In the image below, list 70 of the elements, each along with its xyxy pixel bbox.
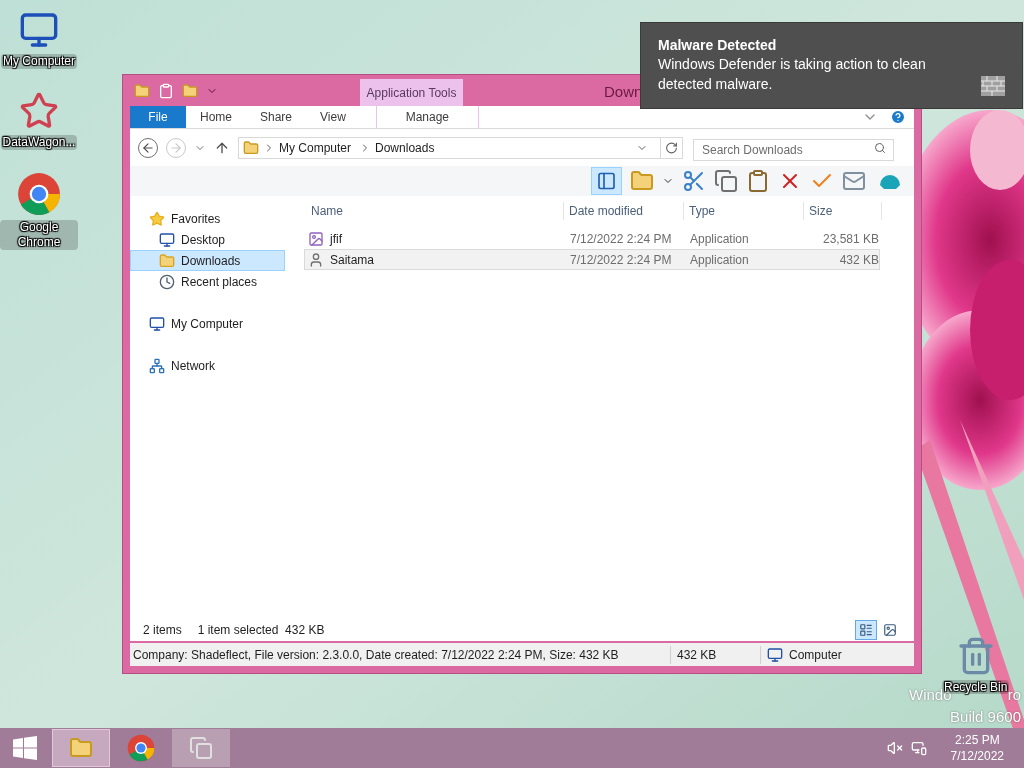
nav-item[interactable]: Favorites: [130, 208, 285, 229]
table-cell-text: Application: [689, 230, 750, 248]
nav-item[interactable]: Recent places: [130, 271, 285, 292]
folder-options-icon[interactable]: [630, 169, 654, 193]
nav-item[interactable]: My Computer: [130, 313, 285, 334]
clock-date[interactable]: 7/12/2022: [950, 748, 1004, 764]
search-field[interactable]: Search Downloads: [693, 138, 894, 161]
table-cell-text: 7/12/2022 2:24 PM: [569, 251, 673, 269]
table-cell-text: Application: [689, 251, 750, 269]
nav-item[interactable]: Downloads: [130, 250, 285, 271]
ribbon-tab[interactable]: Share: [246, 106, 307, 128]
clock-time[interactable]: 2:25 PM: [954, 732, 1000, 748]
table-cell-text: 7/12/2022 2:24 PM: [569, 230, 673, 248]
column-header[interactable]: Date modified: [564, 202, 684, 220]
address-bar[interactable]: My Computer Downloads: [238, 136, 683, 159]
taskbar-button[interactable]: [52, 729, 110, 767]
file-details: Company: Shadeflect, File version: 2.3.0.0, Date created: 7/12/2022 2:24 PM, Size: 432 KB: [132, 646, 620, 664]
envelope-icon[interactable]: [842, 169, 866, 193]
computer-icon: [19, 10, 59, 50]
star-icon: [149, 210, 165, 227]
chrome-icon: [17, 172, 61, 216]
nav-item[interactable]: Network: [130, 355, 285, 376]
location: Computer: [789, 646, 842, 664]
desktop-icon: [159, 231, 175, 248]
file-row[interactable]: Saitama 7/12/2022 2:24 PM Application 432 KB: [304, 249, 880, 270]
breadcrumb[interactable]: My Computer: [279, 138, 352, 157]
table-cell-text: 23,581 KB: [821, 230, 879, 248]
file-name: jfif: [330, 230, 342, 248]
clock-icon: [159, 273, 175, 290]
ribbon-tab[interactable]: Home: [186, 106, 246, 128]
muted-speaker-icon[interactable]: [886, 740, 903, 756]
person-icon: [308, 251, 324, 268]
column-header[interactable]: Type: [684, 202, 804, 220]
column-header[interactable]: Name: [304, 202, 564, 220]
notification-toast[interactable]: Malware Detected Windows Defender is taking action to clean detected malware.: [640, 22, 1023, 109]
contextual-tab-group: Application Tools: [360, 79, 463, 106]
column-header[interactable]: Size: [804, 202, 882, 220]
brick-wall-icon: [981, 76, 1005, 96]
preview-pane-button[interactable]: [591, 167, 622, 195]
computer-icon: [149, 315, 165, 332]
search-icon: [874, 141, 886, 154]
details-view-button[interactable]: [855, 620, 877, 640]
image-file-icon: [308, 230, 324, 247]
cut-icon[interactable]: [682, 169, 706, 193]
file-size: 432 KB: [670, 645, 760, 664]
folder-icon: [243, 139, 259, 156]
taskbar-button[interactable]: [172, 729, 230, 767]
file-row[interactable]: jfif 7/12/2022 2:24 PM Application 23,581 KB: [304, 228, 880, 249]
chrome-icon: [127, 734, 155, 762]
star-icon: [19, 91, 59, 131]
folder-icon: [159, 252, 175, 269]
computer-icon: [767, 646, 783, 663]
folder-icon[interactable]: [134, 82, 150, 99]
notification-message: Windows Defender is taking action to clean detected malware.: [658, 55, 927, 94]
folder-icon: [69, 736, 93, 760]
paste-icon[interactable]: [746, 169, 770, 193]
help-icon[interactable]: [890, 109, 906, 125]
ribbon-tab[interactable]: View: [306, 106, 360, 128]
nav-item[interactable]: Desktop: [130, 229, 285, 250]
copy-icon[interactable]: [714, 169, 738, 193]
file-name: Saitama: [330, 251, 375, 269]
start-button[interactable]: [13, 736, 37, 760]
item-count: 2 items: [143, 622, 182, 639]
ribbon-tab[interactable]: Manage: [375, 106, 479, 128]
new-folder-icon[interactable]: [182, 82, 198, 99]
table-cell-text: 432 KB: [838, 251, 879, 269]
notification-title: Malware Detected: [658, 36, 778, 54]
selection-info: 1 item selected 432 KB: [197, 622, 325, 639]
breadcrumb[interactable]: Downloads: [375, 138, 435, 157]
ribbon-tab[interactable]: File: [130, 106, 186, 128]
